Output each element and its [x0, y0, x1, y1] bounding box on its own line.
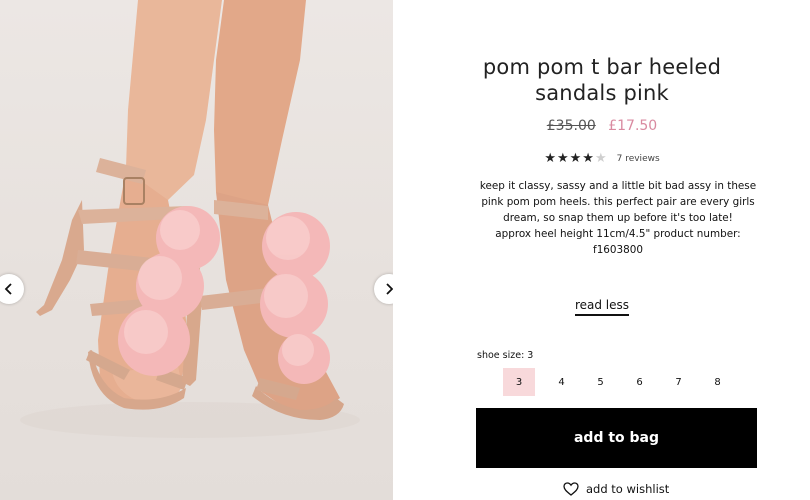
size-label: shoe size: 3	[477, 350, 534, 361]
size-option-5[interactable]: 5	[581, 368, 620, 396]
product-details: pom pom t bar heeled sandals pink £35.00…	[393, 0, 810, 500]
star-filled-icon: ★	[569, 151, 582, 166]
add-to-wishlist-button[interactable]: add to wishlist	[563, 482, 669, 496]
size-option-4[interactable]: 4	[542, 368, 581, 396]
reviews-link[interactable]: 7 reviews	[617, 154, 660, 164]
product-title-line-2: sandals pink	[535, 81, 669, 105]
size-selector: 345678	[503, 368, 737, 396]
size-option-8[interactable]: 8	[698, 368, 737, 396]
price-row: £35.00 £17.50	[377, 118, 810, 134]
size-option-7[interactable]: 7	[659, 368, 698, 396]
wishlist-label: add to wishlist	[586, 482, 670, 496]
size-option-6[interactable]: 6	[620, 368, 659, 396]
product-description: keep it classy, sassy and a little bit b…	[473, 178, 763, 258]
sale-price: £17.50	[608, 118, 658, 134]
product-title-line-1: pom pom t bar heeled	[482, 55, 722, 79]
original-price: £35.00	[546, 118, 596, 134]
star-rating: ★ ★ ★ ★ ★	[544, 152, 606, 166]
product-image-gallery	[0, 0, 393, 500]
chevron-left-icon	[4, 283, 12, 295]
product-title: pom pom t bar heeled sandals pink	[377, 54, 810, 106]
add-to-bag-button[interactable]: add to bag	[476, 408, 757, 468]
star-empty-icon: ★	[594, 151, 607, 166]
read-less-container: read less	[377, 294, 810, 316]
star-filled-icon: ★	[544, 151, 556, 166]
heart-icon	[563, 482, 579, 496]
description-text: keep it classy, sassy and a little bit b…	[479, 180, 757, 224]
star-filled-icon: ★	[556, 151, 569, 166]
read-less-link[interactable]: read less	[574, 298, 630, 316]
rating-row: ★ ★ ★ ★ ★ 7 reviews	[377, 152, 810, 166]
star-filled-icon: ★	[582, 151, 594, 166]
product-photo	[20, 0, 360, 438]
size-option-3[interactable]: 3	[503, 368, 535, 396]
description-specs: approx heel height 11cm/4.5" product num…	[495, 228, 741, 256]
